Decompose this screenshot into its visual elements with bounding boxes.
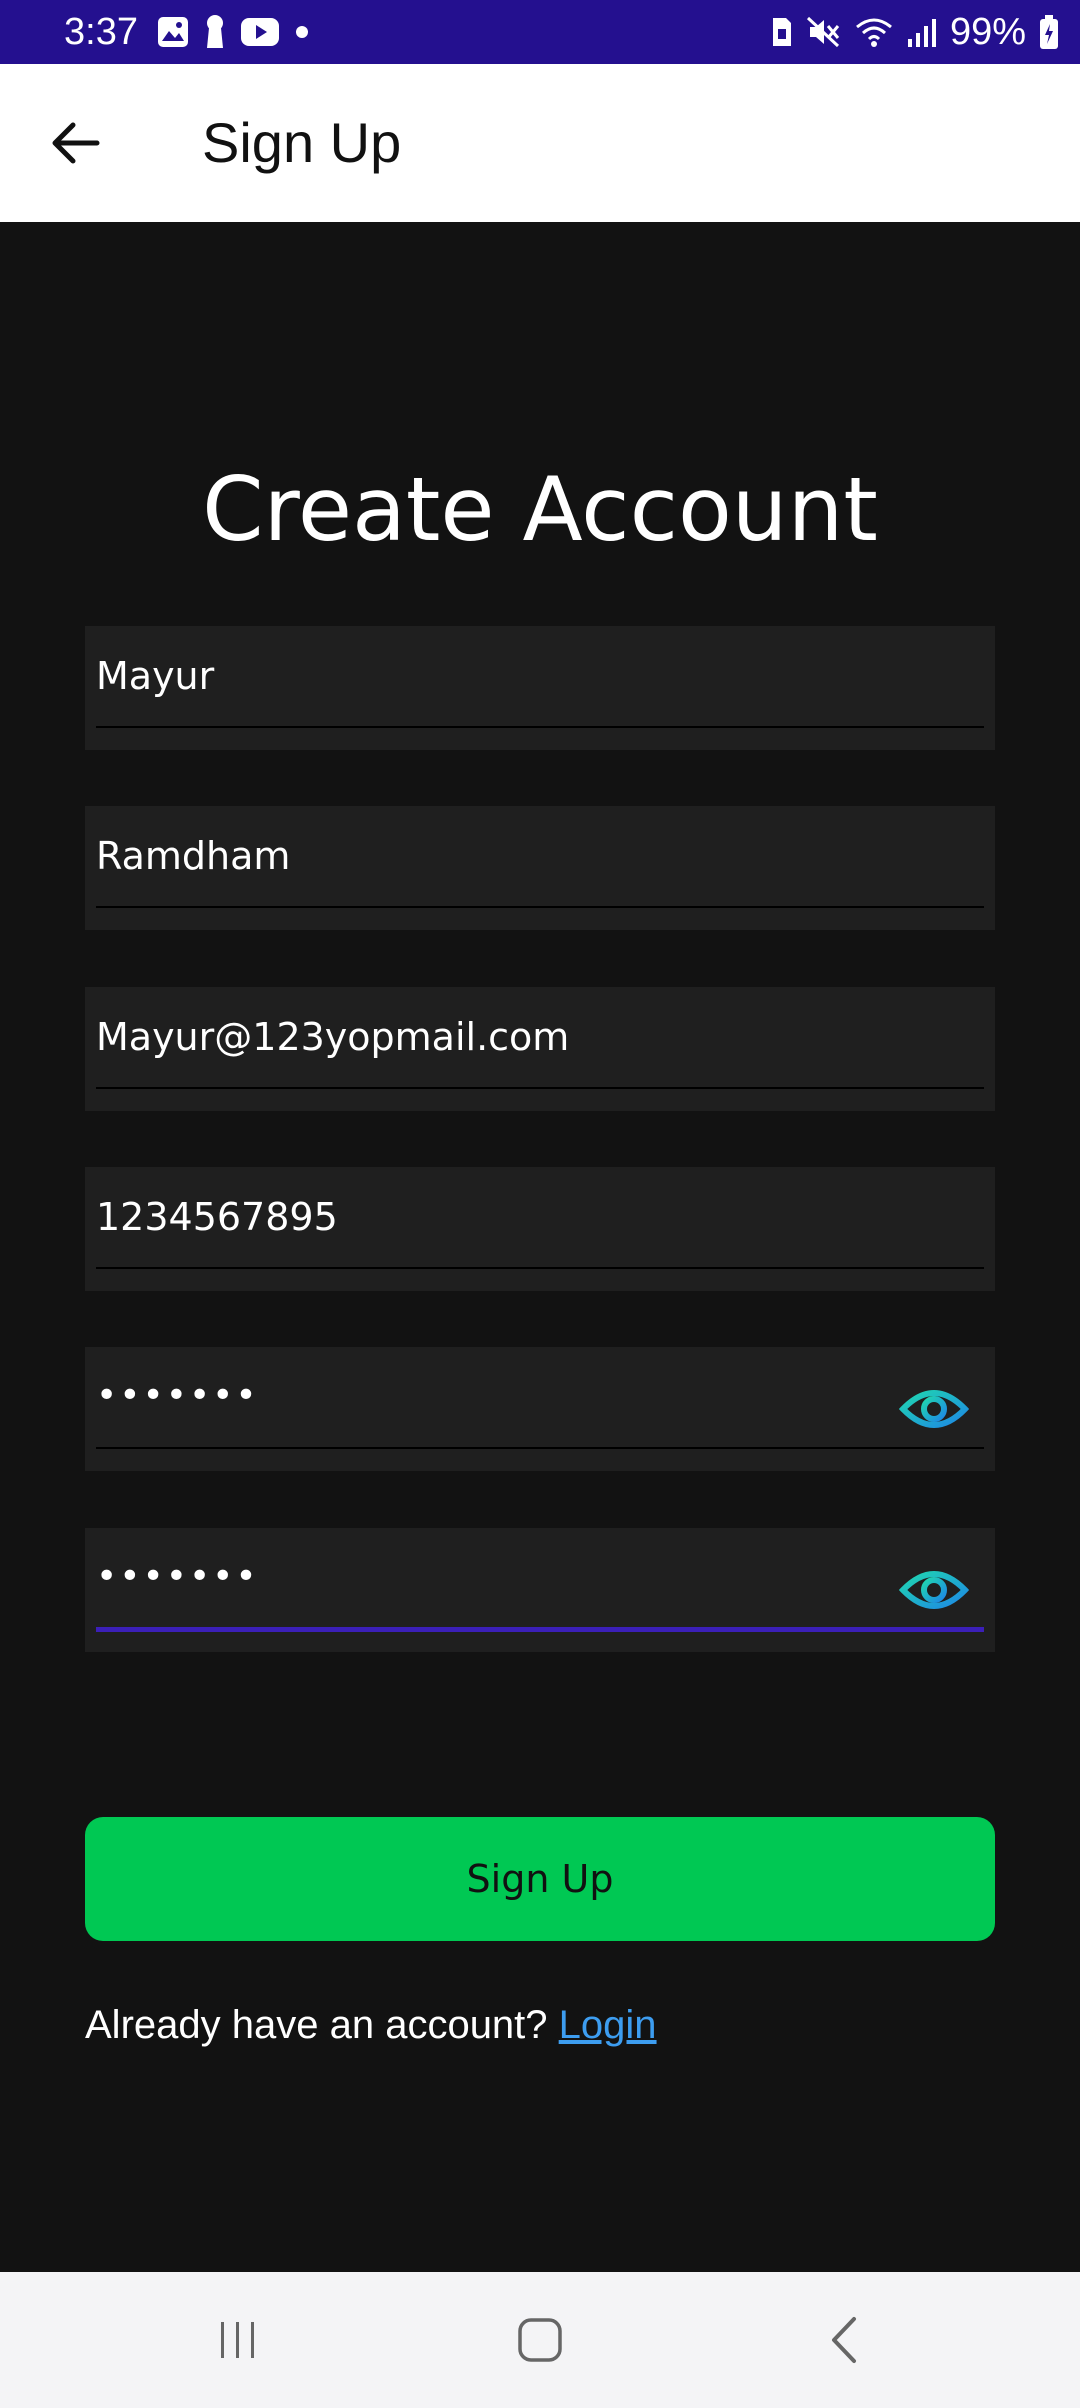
signal-icon	[907, 19, 936, 47]
navigation-bar	[0, 2272, 1080, 2408]
mute-icon	[806, 16, 840, 48]
recent-apps-button[interactable]	[178, 2300, 298, 2380]
login-prompt: Already have an account? Login	[85, 1998, 657, 2052]
phone-field[interactable]	[85, 1167, 995, 1291]
wifi-icon	[855, 18, 892, 47]
confirm-password-input[interactable]	[96, 1556, 916, 1597]
status-bar: 3:37 99%	[0, 0, 1080, 64]
field-underline	[96, 1087, 984, 1089]
page-title: Sign Up	[202, 111, 402, 174]
battery-icon	[1040, 15, 1058, 49]
recent-apps-icon	[221, 2322, 254, 2358]
first-name-input[interactable]	[96, 654, 916, 698]
email-field[interactable]	[85, 987, 995, 1111]
app-bar: Sign Up	[0, 64, 1080, 222]
field-underline	[96, 906, 984, 908]
youtube-icon	[241, 18, 279, 46]
last-name-input[interactable]	[96, 834, 916, 878]
nav-back-button[interactable]	[784, 2300, 904, 2380]
arrow-left-icon	[52, 122, 100, 164]
confirm-password-field[interactable]	[85, 1528, 995, 1652]
sign-up-button[interactable]: Sign Up	[85, 1817, 995, 1941]
login-prompt-text: Already have an account?	[85, 2003, 548, 2047]
home-button[interactable]	[480, 2300, 600, 2380]
login-link[interactable]: Login	[559, 2003, 657, 2047]
first-name-field[interactable]	[85, 626, 995, 750]
field-underline	[96, 726, 984, 728]
field-underline-focused	[96, 1627, 984, 1632]
field-underline	[96, 1267, 984, 1269]
last-name-field[interactable]	[85, 806, 995, 930]
battery-percent: 99%	[949, 11, 1026, 53]
status-time: 3:37	[64, 11, 138, 53]
password-field[interactable]	[85, 1347, 995, 1471]
email-input[interactable]	[96, 1015, 916, 1059]
create-account-heading: Create Account	[202, 458, 878, 561]
eye-icon[interactable]	[898, 1564, 970, 1616]
back-button[interactable]	[40, 107, 112, 179]
home-icon	[518, 2318, 562, 2362]
notification-icons	[156, 14, 310, 50]
gallery-icon	[158, 17, 188, 47]
field-underline	[96, 1447, 984, 1449]
dot-icon	[296, 26, 308, 38]
back-icon	[832, 2317, 856, 2363]
keyhole-icon	[207, 15, 223, 48]
password-input[interactable]	[96, 1375, 916, 1416]
phone-input[interactable]	[96, 1195, 916, 1239]
system-status: 99%	[770, 8, 1060, 56]
sim-icon	[772, 18, 791, 46]
eye-icon[interactable]	[898, 1383, 970, 1435]
